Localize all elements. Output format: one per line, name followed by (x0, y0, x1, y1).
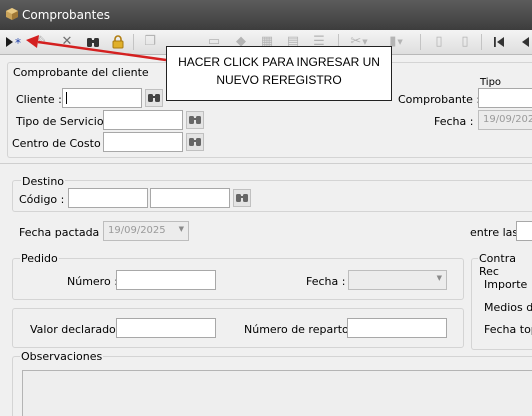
callout-arrow (26, 35, 167, 62)
comprobantes-window: Comprobantes * ✎ ✕ ❐ ▭ ◆ ▦ ▤ ☰ (0, 0, 532, 416)
